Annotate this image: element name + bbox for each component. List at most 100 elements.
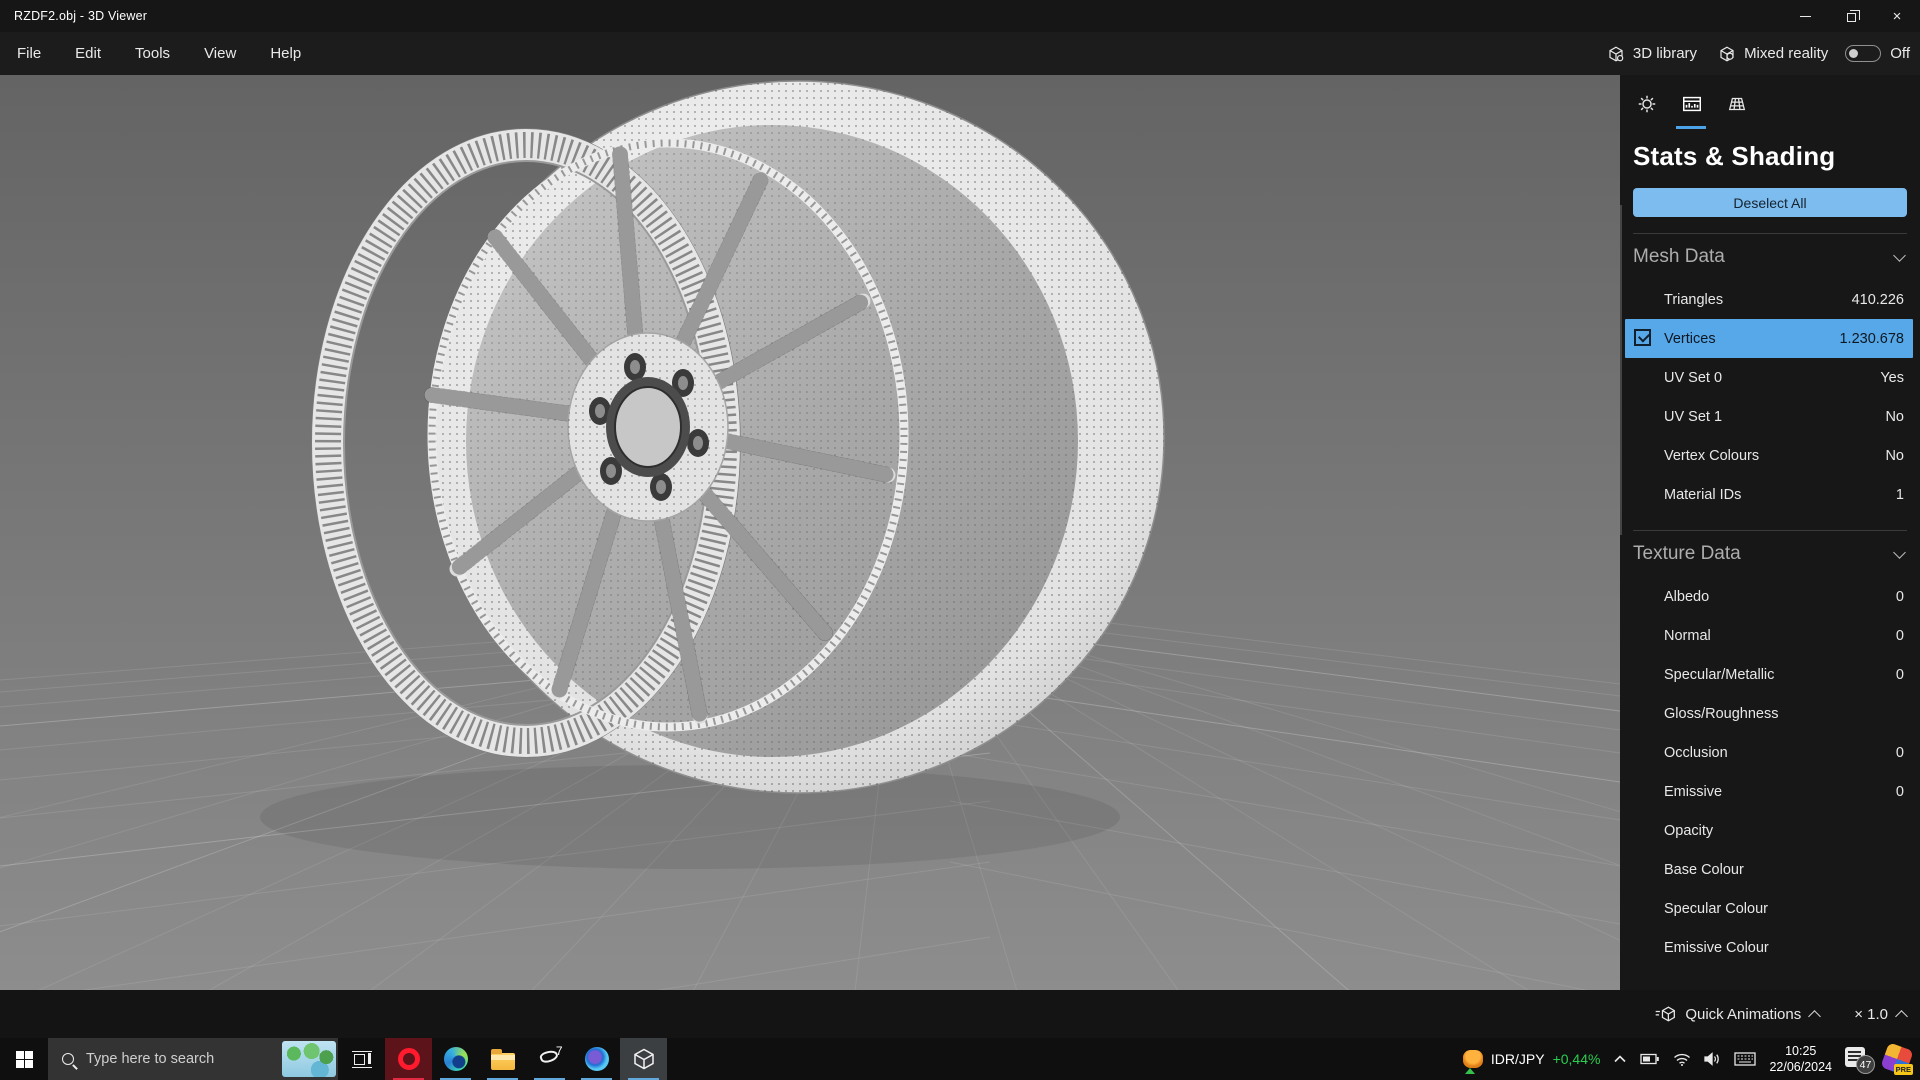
texture-data-rows: Albedo 0 Normal 0 Specular/Metallic 0 Gl… — [1620, 577, 1920, 967]
mesh-data-header[interactable]: Mesh Data — [1620, 234, 1920, 280]
paint-app-icon: 7 — [538, 1044, 563, 1071]
stat-row[interactable]: Vertices 1.230.678 — [1625, 319, 1913, 358]
minimize-icon — [1799, 15, 1811, 17]
taskbar-clock[interactable]: 10:25 22/06/2024 — [1769, 1043, 1832, 1076]
task-view-button[interactable] — [338, 1038, 385, 1080]
toggle-knob — [1849, 49, 1859, 58]
stat-label: Specular Colour — [1664, 900, 1768, 917]
stat-label: Base Colour — [1664, 861, 1744, 878]
menu-help[interactable]: Help — [253, 32, 318, 75]
ticker-pair: IDR/JPY — [1490, 1051, 1545, 1067]
stat-value: 0 — [1895, 666, 1904, 683]
clock-date: 22/06/2024 — [1769, 1060, 1832, 1074]
stat-row[interactable]: Triangles 410.226 — [1620, 280, 1920, 319]
battery-icon[interactable] — [1640, 1053, 1660, 1065]
taskbar-browser-orb[interactable] — [573, 1038, 620, 1080]
mixed-reality-button[interactable]: Mixed reality — [1712, 45, 1834, 63]
quick-animations-control[interactable]: Quick Animations × 1.0 — [1654, 1005, 1908, 1023]
3d-library-button[interactable]: 3D library — [1601, 45, 1703, 63]
stat-row[interactable]: Vertex Colours No — [1620, 436, 1920, 475]
stat-value: 410.226 — [1851, 291, 1904, 308]
notification-center-button[interactable]: 47 — [1845, 1047, 1875, 1074]
panel-tabstrip — [1620, 75, 1920, 129]
wifi-icon[interactable] — [1673, 1053, 1691, 1066]
stat-row[interactable]: Gloss/Roughness — [1620, 694, 1920, 733]
stat-row[interactable]: Albedo 0 — [1620, 577, 1920, 616]
stats-shading-panel: Stats & Shading Deselect All Mesh Data T… — [1620, 75, 1920, 990]
stat-label: Emissive — [1664, 783, 1723, 800]
browser-orb-icon — [584, 1047, 609, 1071]
taskbar-file-explorer[interactable] — [479, 1038, 526, 1080]
taskbar-3d-viewer[interactable] — [620, 1038, 667, 1080]
search-placeholder: Type here to search — [86, 1051, 215, 1067]
stat-row[interactable]: Occlusion 0 — [1620, 733, 1920, 772]
mixed-reality-toggle[interactable] — [1845, 45, 1882, 62]
window-title: RZDF2.obj - 3D Viewer — [14, 9, 148, 23]
stat-value: Yes — [1880, 369, 1904, 386]
windows-logo-icon — [15, 1050, 33, 1068]
menu-edit[interactable]: Edit — [58, 32, 118, 75]
stat-label: Albedo — [1664, 588, 1710, 605]
mixed-reality-label: Mixed reality — [1744, 45, 1829, 62]
stat-row[interactable]: Base Colour — [1620, 850, 1920, 889]
volume-icon[interactable] — [1704, 1052, 1721, 1066]
stat-value: 1.230.678 — [1839, 330, 1904, 347]
stat-row[interactable]: Specular/Metallic 0 — [1620, 655, 1920, 694]
stat-row[interactable]: Material IDs 1 — [1620, 475, 1920, 514]
stat-label: Emissive Colour — [1664, 939, 1769, 956]
stat-value: 1 — [1895, 486, 1904, 503]
stat-label: Vertices — [1664, 330, 1716, 347]
stat-row[interactable]: UV Set 1 No — [1620, 397, 1920, 436]
pre-badge: PRE — [1893, 1064, 1913, 1075]
taskbar-search[interactable]: Type here to search — [48, 1038, 338, 1080]
stat-row[interactable]: Opacity — [1620, 811, 1920, 850]
stat-label: Opacity — [1664, 822, 1714, 839]
stat-row[interactable]: Specular Colour — [1620, 889, 1920, 928]
hidden-icons-chevron[interactable] — [1613, 1054, 1627, 1064]
texture-data-header[interactable]: Texture Data — [1620, 531, 1920, 577]
checkbox-icon[interactable] — [1634, 329, 1651, 346]
stat-row[interactable]: Emissive Colour — [1620, 928, 1920, 967]
panel-title: Stats & Shading — [1633, 141, 1836, 171]
tab-environment[interactable] — [1624, 87, 1669, 121]
taskbar-edge[interactable] — [432, 1038, 479, 1080]
stat-value: 0 — [1895, 627, 1904, 644]
3d-viewer-icon — [633, 1048, 654, 1070]
3d-viewer-window: RZDF2.obj - 3D Viewer × File Edit Tools … — [0, 0, 1920, 1080]
chevron-down-icon — [1893, 248, 1906, 262]
stat-label: UV Set 1 — [1664, 408, 1723, 425]
copilot-pre-button[interactable]: PRE — [1880, 1042, 1914, 1076]
taskbar-opera[interactable] — [385, 1038, 432, 1080]
folder-icon — [490, 1048, 515, 1070]
chevron-up-icon — [1808, 1010, 1822, 1023]
3d-viewport[interactable] — [0, 75, 1620, 990]
3d-library-label: 3D library — [1632, 45, 1698, 62]
stat-row[interactable]: UV Set 0 Yes — [1620, 358, 1920, 397]
menu-tools[interactable]: Tools — [118, 32, 187, 75]
search-highlight-image[interactable] — [282, 1041, 336, 1077]
edge-icon — [443, 1047, 468, 1071]
stat-value: 0 — [1895, 744, 1904, 761]
touch-keyboard-icon[interactable] — [1734, 1052, 1757, 1066]
tab-stats-shading[interactable] — [1669, 87, 1714, 129]
clock-time: 10:25 — [1785, 1043, 1817, 1058]
quick-animations-icon — [1656, 1006, 1676, 1022]
minimize-button[interactable] — [1782, 0, 1828, 32]
stat-row[interactable]: Emissive 0 — [1620, 772, 1920, 811]
stat-value: No — [1885, 447, 1904, 464]
stat-value: 0 — [1895, 783, 1904, 800]
start-button[interactable] — [0, 1038, 48, 1080]
deselect-all-button[interactable]: Deselect All — [1633, 188, 1907, 217]
menu-view[interactable]: View — [187, 32, 253, 75]
stat-row[interactable]: Normal 0 — [1620, 616, 1920, 655]
titlebar: RZDF2.obj - 3D Viewer × — [0, 0, 1920, 32]
3d-library-icon — [1609, 46, 1624, 61]
tab-grid[interactable] — [1714, 87, 1759, 121]
sun-icon — [1638, 95, 1655, 113]
currency-ticker[interactable]: IDR/JPY +0,44% — [1462, 1050, 1600, 1074]
restore-button[interactable] — [1828, 0, 1874, 32]
quick-animations-label: Quick Animations — [1685, 1005, 1802, 1023]
menu-file[interactable]: File — [0, 32, 58, 75]
close-button[interactable]: × — [1874, 0, 1920, 32]
taskbar-paint-app[interactable]: 7 — [526, 1038, 573, 1080]
